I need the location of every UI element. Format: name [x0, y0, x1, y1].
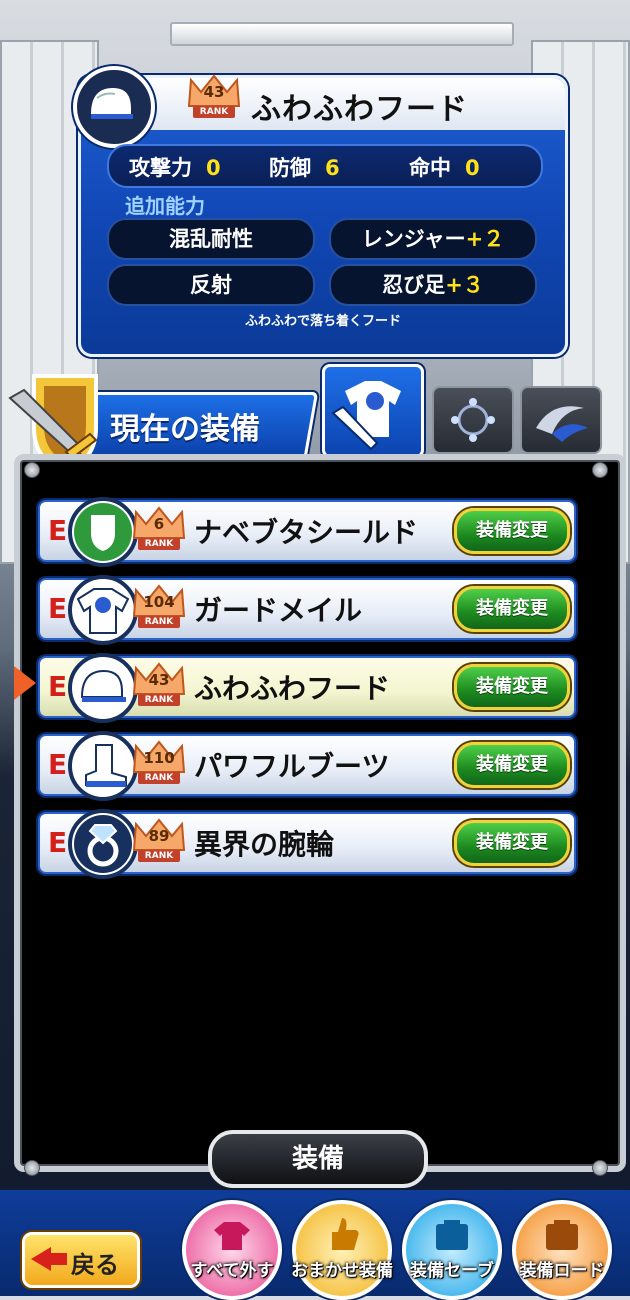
abilities-title: 追加能力 — [125, 194, 205, 218]
tab-armor[interactable] — [322, 364, 424, 458]
change-equipment-button[interactable]: 装備変更 — [454, 742, 570, 788]
equipment-row-boots[interactable]: E 110 RANK パワフルブーツ 装備変更 — [38, 731, 576, 801]
unequip-all-icon — [214, 1222, 250, 1250]
rank-badge: 43 RANK — [132, 662, 186, 708]
equipped-badge: E — [48, 748, 68, 781]
ability-pill: 忍び足+３ — [329, 264, 537, 306]
equipped-badge: E — [48, 670, 68, 703]
item-detail-panel: 43 RANK ふわふわフード 攻撃力 0 防御 6 命中 0 追加能力 混乱耐性 レ… — [73, 66, 568, 357]
stat-attack: 攻撃力 0 — [129, 156, 221, 180]
unequip-all-label: すべて外す — [190, 1261, 274, 1281]
thumbs-up-icon — [332, 1218, 359, 1250]
load-equipment-button[interactable]: 装備ロード — [512, 1200, 612, 1300]
rank-label: RANK — [138, 850, 180, 862]
save-icon — [436, 1220, 468, 1250]
equipped-badge: E — [48, 826, 68, 859]
rank-label: RANK — [138, 616, 180, 628]
stat-defense: 防御 6 — [269, 156, 340, 180]
screw — [592, 1160, 608, 1176]
section-title: 現在の装備 — [110, 412, 260, 447]
save-equipment-label: 装備セーブ — [410, 1261, 494, 1281]
equipment-row-helmet[interactable]: E 43 RANK ふわふわフード 装備変更 — [38, 653, 576, 723]
ceiling-light — [170, 22, 514, 46]
rank-label: RANK — [138, 538, 180, 550]
shield-icon — [68, 497, 138, 567]
change-equipment-button[interactable]: 装備変更 — [454, 820, 570, 866]
rank-badge: 104 RANK — [132, 584, 186, 630]
rank-number: 43 — [203, 83, 225, 101]
equipment-name: ガードメイル — [194, 594, 363, 627]
screw — [24, 462, 40, 478]
armor-shirt-icon — [68, 575, 138, 645]
equipment-name: ふわふわフード — [194, 672, 391, 705]
helmet-icon — [73, 66, 155, 148]
ring-icon — [68, 809, 138, 879]
ability-pill: 混乱耐性 — [107, 218, 315, 260]
tab-special[interactable] — [520, 386, 602, 454]
rank-badge: 43 RANK — [187, 74, 241, 120]
rank-badge: 89 RANK — [132, 818, 186, 864]
equipped-badge: E — [48, 514, 68, 547]
rank-number: 89 — [148, 827, 170, 845]
equipment-row-shield[interactable]: E 6 RANK ナベブタシールド 装備変更 — [38, 497, 576, 567]
helmet-icon — [68, 653, 138, 723]
back-label: 戻る — [71, 1251, 119, 1279]
equipment-name: ナベブタシールド — [194, 516, 419, 549]
equip-button[interactable]: 装備 — [208, 1130, 428, 1188]
ability-pill: 反射 — [107, 264, 315, 306]
rank-label: RANK — [138, 694, 180, 706]
screw — [24, 1160, 40, 1176]
back-button[interactable]: 戻る — [22, 1232, 140, 1288]
accessory-tab-icon — [451, 398, 495, 442]
change-equipment-button[interactable]: 装備変更 — [454, 508, 570, 554]
load-icon — [546, 1220, 578, 1250]
equipment-name: パワフルブーツ — [194, 750, 390, 783]
rank-label: RANK — [138, 772, 180, 784]
ability-pill: レンジャー+２ — [329, 218, 537, 260]
item-description: ふわふわで落ち着くフード — [244, 314, 401, 329]
equipment-row-armor[interactable]: E 104 RANK ガードメイル 装備変更 — [38, 575, 576, 645]
load-equipment-label: 装備ロード — [519, 1261, 605, 1281]
selection-arrow-icon — [14, 666, 36, 700]
change-equipment-button[interactable]: 装備変更 — [454, 586, 570, 632]
save-equipment-button[interactable]: 装備セーブ — [402, 1200, 502, 1300]
armor-tab-icon — [331, 381, 401, 451]
rank-badge: 6 RANK — [132, 506, 186, 552]
rank-number: 6 — [153, 515, 165, 533]
rank-number: 110 — [143, 749, 175, 767]
screw — [592, 462, 608, 478]
stats-bar: 攻撃力 0 防御 6 命中 0 — [107, 144, 543, 188]
change-equipment-button[interactable]: 装備変更 — [454, 664, 570, 710]
unequip-all-button[interactable]: すべて外す — [182, 1200, 282, 1300]
boots-icon — [68, 731, 138, 801]
equipment-row-ring[interactable]: E 89 RANK 異界の腕輪 装備変更 — [38, 809, 576, 879]
rank-number: 104 — [143, 593, 175, 611]
back-arrow-icon — [31, 1247, 51, 1271]
rank-number: 43 — [148, 671, 170, 689]
stat-accuracy: 命中 0 — [409, 156, 480, 180]
tab-accessory[interactable] — [432, 386, 514, 454]
auto-equip-button[interactable]: おまかせ装備 — [291, 1200, 393, 1300]
item-name: ふわふわフード — [251, 92, 468, 127]
rank-label: RANK — [193, 106, 235, 118]
auto-equip-label: おまかせ装備 — [291, 1261, 393, 1281]
equipped-badge: E — [48, 592, 68, 625]
special-tab-icon — [536, 406, 588, 442]
rank-badge: 110 RANK — [132, 740, 186, 786]
back-arrow-icon-stem — [49, 1253, 67, 1265]
equipment-name: 異界の腕輪 — [194, 828, 335, 861]
